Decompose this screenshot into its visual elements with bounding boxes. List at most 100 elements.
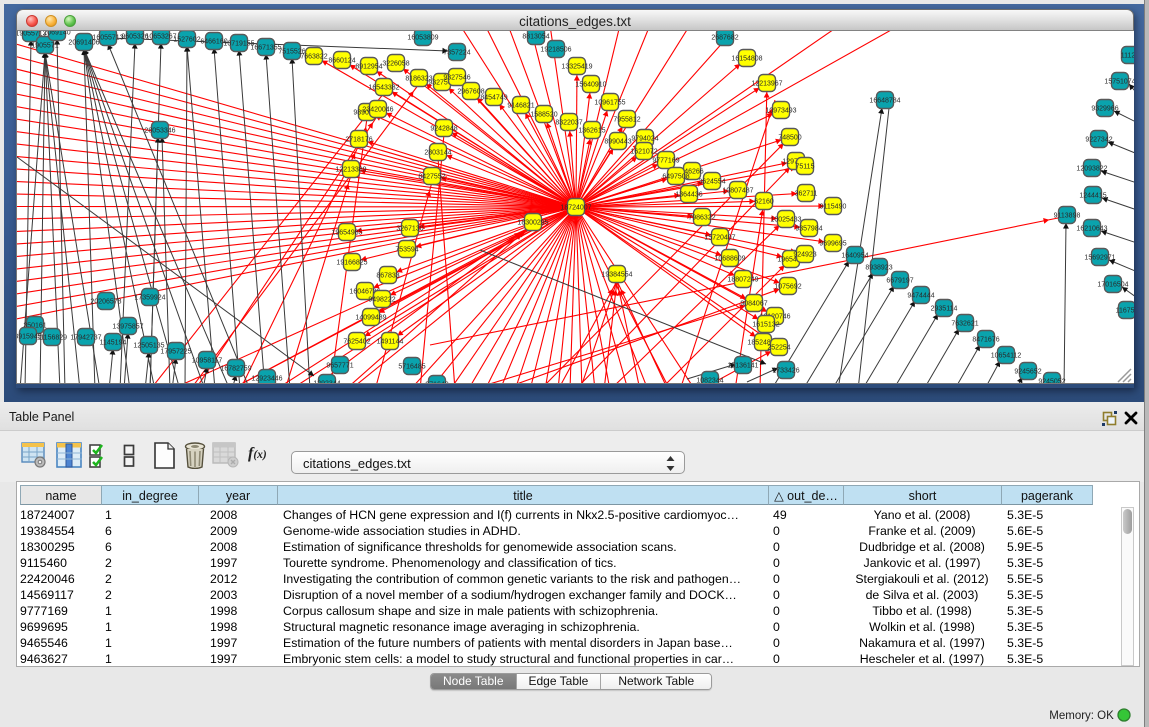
svg-text:8471676: 8471676 bbox=[972, 337, 999, 344]
svg-text:12213389: 12213389 bbox=[335, 167, 366, 174]
svg-text:10973493: 10973493 bbox=[765, 108, 796, 115]
svg-text:15720407: 15720407 bbox=[704, 235, 735, 242]
svg-text:2935114: 2935114 bbox=[931, 306, 958, 313]
svg-text:19384554: 19384554 bbox=[601, 272, 632, 279]
svg-text:15640910: 15640910 bbox=[575, 82, 606, 89]
svg-text:1621072: 1621072 bbox=[630, 149, 657, 156]
svg-text:5716485: 5716485 bbox=[398, 364, 425, 371]
svg-text:116753: 116753 bbox=[1116, 308, 1134, 315]
svg-text:252254: 252254 bbox=[767, 345, 790, 352]
svg-text:971648: 971648 bbox=[425, 382, 448, 384]
svg-text:9084067: 9084067 bbox=[740, 301, 767, 308]
svg-text:7986322: 7986322 bbox=[688, 215, 715, 222]
svg-text:1905571: 1905571 bbox=[31, 43, 58, 50]
svg-text:9245052: 9245052 bbox=[1038, 379, 1065, 384]
svg-text:1527602: 1527602 bbox=[173, 37, 200, 44]
svg-text:19166825: 19166825 bbox=[336, 260, 367, 267]
svg-text:9657771: 9657771 bbox=[326, 363, 353, 370]
svg-text:3624554: 3624554 bbox=[698, 179, 725, 186]
svg-text:1082344: 1082344 bbox=[696, 378, 723, 384]
svg-text:7663822: 7663822 bbox=[300, 54, 327, 61]
svg-text:10961755: 10961755 bbox=[594, 100, 625, 107]
svg-text:6497508: 6497508 bbox=[662, 174, 689, 181]
svg-text:12213967: 12213967 bbox=[751, 81, 782, 88]
svg-text:15751074: 15751074 bbox=[1104, 79, 1134, 86]
svg-text:362711: 362711 bbox=[795, 191, 818, 198]
svg-text:16053809: 16053809 bbox=[407, 35, 438, 42]
svg-text:9242848: 9242848 bbox=[430, 126, 457, 133]
svg-text:9777169: 9777169 bbox=[652, 158, 679, 165]
svg-text:16543382: 16543382 bbox=[368, 85, 399, 92]
svg-text:10653267: 10653267 bbox=[145, 34, 176, 41]
svg-text:28053346: 28053346 bbox=[144, 128, 175, 135]
svg-text:9794024: 9794024 bbox=[631, 136, 658, 143]
svg-text:8660124: 8660124 bbox=[328, 58, 355, 65]
svg-text:1615132: 1615132 bbox=[752, 322, 779, 329]
svg-text:16055713: 16055713 bbox=[92, 35, 123, 42]
svg-text:9498222: 9498222 bbox=[368, 297, 395, 304]
svg-text:10025433: 10025433 bbox=[770, 217, 801, 224]
svg-text:8813054: 8813054 bbox=[522, 34, 549, 41]
svg-text:7625402: 7625402 bbox=[343, 339, 370, 346]
svg-text:6679197: 6679197 bbox=[886, 278, 913, 285]
svg-text:16671355: 16671355 bbox=[250, 45, 281, 52]
svg-text:1075692: 1075692 bbox=[774, 284, 801, 291]
svg-text:15136141: 15136141 bbox=[727, 363, 758, 370]
svg-text:8427552: 8427552 bbox=[418, 174, 445, 181]
svg-text:9245652: 9245652 bbox=[1014, 369, 1041, 376]
svg-text:62160: 62160 bbox=[754, 199, 774, 206]
svg-text:10807487: 10807487 bbox=[722, 188, 753, 195]
svg-text:11156829: 11156829 bbox=[37, 335, 67, 342]
svg-text:8912954: 8912954 bbox=[355, 64, 382, 71]
svg-text:23420046: 23420046 bbox=[362, 107, 393, 114]
svg-text:75115: 75115 bbox=[796, 164, 815, 171]
svg-text:13975857: 13975857 bbox=[112, 324, 143, 331]
svg-text:2718176: 2718176 bbox=[345, 137, 372, 144]
svg-text:8322037: 8322037 bbox=[555, 120, 582, 127]
svg-text:16648784: 16648784 bbox=[869, 98, 900, 105]
svg-text:9329966: 9329966 bbox=[1091, 106, 1118, 113]
svg-text:9327546: 9327546 bbox=[443, 75, 470, 82]
svg-text:7632621: 7632621 bbox=[951, 321, 978, 328]
svg-text:9115490: 9115490 bbox=[820, 204, 847, 211]
svg-text:8938923: 8938923 bbox=[865, 265, 892, 272]
svg-text:3226058: 3226058 bbox=[382, 61, 409, 68]
svg-text:9227342: 9227342 bbox=[1085, 137, 1112, 144]
svg-text:8990443: 8990443 bbox=[604, 139, 631, 146]
svg-text:18300295: 18300295 bbox=[517, 220, 548, 227]
svg-text:9146821: 9146821 bbox=[507, 103, 534, 110]
svg-text:9474444: 9474444 bbox=[907, 293, 934, 300]
svg-text:3267130: 3267130 bbox=[396, 226, 423, 233]
svg-text:1244415: 1244415 bbox=[1079, 193, 1106, 200]
svg-text:10958117: 10958117 bbox=[192, 358, 223, 365]
svg-text:748500: 748500 bbox=[778, 135, 801, 142]
svg-text:11124: 11124 bbox=[1121, 53, 1134, 60]
svg-text:1491144: 1491144 bbox=[377, 339, 404, 346]
svg-text:1145194: 1145194 bbox=[100, 340, 127, 347]
svg-text:16154808: 16154808 bbox=[731, 56, 762, 63]
svg-text:20206578: 20206578 bbox=[90, 299, 121, 306]
svg-text:1292344: 1292344 bbox=[313, 381, 340, 384]
svg-text:19218506: 19218506 bbox=[540, 47, 571, 54]
svg-text:1640954: 1640954 bbox=[841, 253, 868, 260]
svg-text:17957225: 17957225 bbox=[160, 349, 191, 356]
svg-text:10654112: 10654112 bbox=[991, 353, 1022, 360]
svg-text:1733426: 1733426 bbox=[772, 368, 799, 375]
svg-text:18724007: 18724007 bbox=[560, 205, 591, 212]
svg-text:2687682: 2687682 bbox=[711, 35, 738, 42]
svg-text:7955812: 7955812 bbox=[613, 117, 640, 124]
svg-text:2069140: 2069140 bbox=[43, 31, 70, 37]
svg-text:16210643: 16210643 bbox=[1076, 226, 1107, 233]
svg-text:13325419: 13325419 bbox=[561, 64, 592, 71]
svg-text:1362615: 1362615 bbox=[578, 128, 605, 135]
svg-text:17359924: 17359924 bbox=[134, 295, 165, 302]
svg-text:8454749: 8454749 bbox=[480, 95, 507, 102]
svg-text:753594: 753594 bbox=[395, 247, 418, 254]
svg-text:14099489: 14099489 bbox=[355, 315, 386, 322]
svg-text:19654985: 19654985 bbox=[331, 230, 362, 237]
svg-text:1588520: 1588520 bbox=[530, 112, 557, 119]
svg-text:16782759: 16782759 bbox=[220, 366, 251, 373]
svg-text:1364436: 1364436 bbox=[675, 192, 702, 199]
svg-text:9357984: 9357984 bbox=[795, 226, 822, 233]
svg-text:17016504: 17016504 bbox=[1097, 282, 1128, 289]
